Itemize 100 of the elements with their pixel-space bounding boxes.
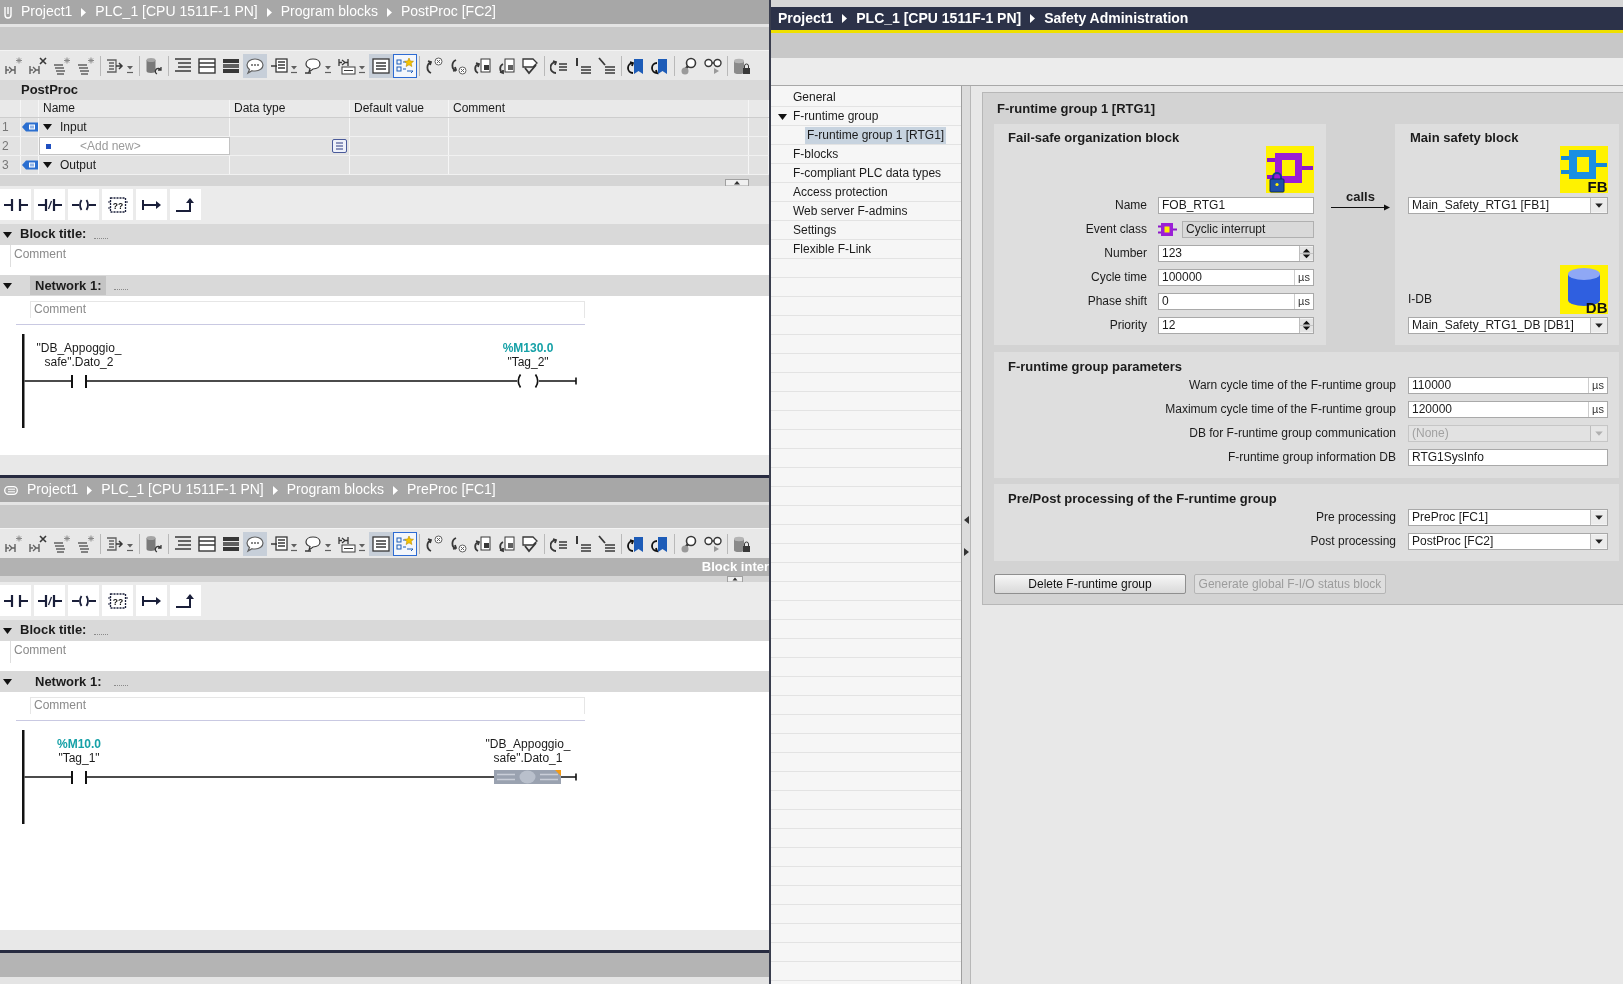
indent-lines-icon[interactable] — [174, 56, 192, 75]
dropdown[interactable]: PostProc [FC2] — [1408, 533, 1608, 550]
network-title[interactable]: Network 1: — [30, 672, 107, 691]
toggle-button[interactable] — [243, 53, 267, 78]
breadcrumb-link[interactable]: Project1 — [778, 10, 834, 27]
indent-lines-icon[interactable] — [174, 534, 192, 553]
expand-arrow-icon[interactable] — [43, 162, 52, 168]
scroll-arrow-icon[interactable] — [725, 179, 749, 186]
expand-arrow-icon[interactable] — [3, 231, 12, 238]
sparkle-lines-icon[interactable] — [53, 534, 71, 553]
dropdown[interactable]: PreProc [FC1] — [1408, 509, 1608, 526]
magnifier-icon[interactable] — [680, 534, 698, 553]
instruction-button[interactable] — [170, 189, 201, 220]
scroll-arrow-icon[interactable] — [727, 576, 743, 582]
input-field[interactable]: RTG1SysInfo — [1408, 449, 1608, 466]
bookmark-arrow-icon[interactable] — [651, 534, 669, 553]
check-arrow-icon[interactable] — [521, 56, 539, 75]
arrow-lines-icon[interactable] — [106, 534, 134, 553]
input-field[interactable]: FOB_RTG1 — [1158, 197, 1314, 214]
nav-item[interactable]: Web server F-admins — [791, 203, 910, 220]
rung-arrow-icon[interactable] — [338, 534, 366, 553]
network-title[interactable]: Network 1: — [30, 276, 107, 295]
cylinder-lock-icon[interactable] — [733, 534, 751, 553]
arrow-lines-icon[interactable] — [106, 56, 134, 75]
input-field[interactable]: 110000 µs — [1408, 377, 1608, 394]
bars-icon[interactable] — [222, 56, 240, 75]
right-arrow-icon[interactable] — [963, 548, 969, 556]
nav-item[interactable]: F-runtime group — [791, 108, 881, 125]
sparkle-rung-icon[interactable] — [5, 534, 23, 553]
expand-arrow-icon[interactable] — [778, 113, 787, 120]
toggle-button[interactable] — [369, 531, 393, 556]
contact-symbol[interactable] — [71, 771, 87, 784]
toggle-button[interactable] — [369, 53, 393, 78]
list-icon[interactable] — [332, 139, 347, 153]
input-field[interactable]: 120000 µs — [1408, 401, 1608, 418]
list-arrow-icon[interactable] — [270, 56, 298, 75]
bookmark-arrow-icon[interactable] — [627, 534, 645, 553]
nav-item[interactable]: Settings — [791, 222, 839, 239]
nav-item[interactable]: Flexible F-Link — [791, 241, 874, 258]
toggle-button[interactable] — [393, 531, 417, 556]
step-lines-icon[interactable] — [598, 56, 616, 75]
page-arrow-icon[interactable] — [497, 534, 515, 553]
comment-field[interactable]: Comment — [30, 697, 585, 714]
step-lines-icon[interactable] — [574, 56, 592, 75]
check-arrow-icon[interactable] — [521, 534, 539, 553]
bookmark-arrow-icon[interactable] — [627, 56, 645, 75]
nav-item[interactable]: F-runtime group 1 [RTG1] — [805, 127, 947, 144]
page-arrow-icon[interactable] — [473, 534, 491, 553]
page-arrow-icon[interactable] — [497, 56, 515, 75]
comment-field[interactable]: Comment — [10, 245, 555, 267]
sparkle-lines-icon[interactable] — [77, 56, 95, 75]
circle-arrow-icon[interactable] — [425, 56, 443, 75]
page-arrow-icon[interactable] — [473, 56, 491, 75]
number-field[interactable]: 12 — [1158, 317, 1314, 334]
left-arrow-icon[interactable] — [963, 516, 969, 524]
breadcrumb-link[interactable]: PLC_1 [CPU 1511F-1 PN] — [856, 10, 1022, 27]
coil-symbol[interactable] — [517, 373, 539, 389]
expand-arrow-icon[interactable] — [3, 627, 12, 634]
instruction-button[interactable] — [136, 189, 167, 220]
glasses-icon[interactable] — [704, 534, 722, 553]
input-field[interactable]: 100000 µs — [1158, 269, 1314, 286]
contact-symbol[interactable] — [71, 375, 87, 388]
instruction-button[interactable]: ?? — [102, 189, 133, 220]
magnifier-icon[interactable] — [680, 56, 698, 75]
action-button[interactable]: Delete F-runtime group — [994, 574, 1186, 594]
expand-arrow-icon[interactable] — [43, 124, 52, 130]
table-icon[interactable] — [198, 56, 216, 75]
instruction-button[interactable] — [34, 585, 65, 616]
comment-field[interactable]: Comment — [10, 641, 555, 663]
instruction-button[interactable] — [0, 585, 31, 616]
nav-item[interactable]: General — [791, 89, 838, 106]
step-lines-icon[interactable] — [598, 534, 616, 553]
dropdown-arrow-icon[interactable] — [1590, 510, 1607, 525]
dropdown-arrow-icon[interactable] — [1590, 318, 1607, 333]
circle-arrow-icon[interactable] — [449, 56, 467, 75]
clip-icon[interactable] — [4, 5, 12, 19]
sparkle-lines-icon[interactable] — [53, 56, 71, 75]
cross-rung-icon[interactable] — [29, 534, 47, 553]
bubble-arrow-icon[interactable] — [304, 534, 332, 553]
cylinder-arrow-icon[interactable] — [145, 534, 163, 553]
circle-arrow-icon[interactable] — [449, 534, 467, 553]
sparkle-lines-icon[interactable] — [77, 534, 95, 553]
bars-icon[interactable] — [222, 534, 240, 553]
dropdown-arrow-icon[interactable] — [1590, 534, 1607, 549]
input-field[interactable]: 0 µs — [1158, 293, 1314, 310]
instruction-button[interactable] — [170, 585, 201, 616]
step-lines-icon[interactable] — [574, 534, 592, 553]
instruction-button[interactable] — [0, 189, 31, 220]
instruction-button[interactable]: ?? — [102, 585, 133, 616]
rung-arrow-icon[interactable] — [338, 56, 366, 75]
instruction-button[interactable] — [68, 585, 99, 616]
toggle-button[interactable] — [393, 53, 417, 78]
bubble-arrow-icon[interactable] — [304, 56, 332, 75]
instruction-button[interactable] — [136, 585, 167, 616]
breadcrumb-link[interactable]: Safety Administration — [1044, 10, 1189, 27]
dropdown[interactable]: Main_Safety_RTG1 [FB1] — [1408, 197, 1608, 214]
number-field[interactable]: 123 — [1158, 245, 1314, 262]
toggle-button[interactable] — [243, 531, 267, 556]
expand-arrow-icon[interactable] — [3, 678, 12, 685]
sparkle-rung-icon[interactable] — [5, 56, 23, 75]
